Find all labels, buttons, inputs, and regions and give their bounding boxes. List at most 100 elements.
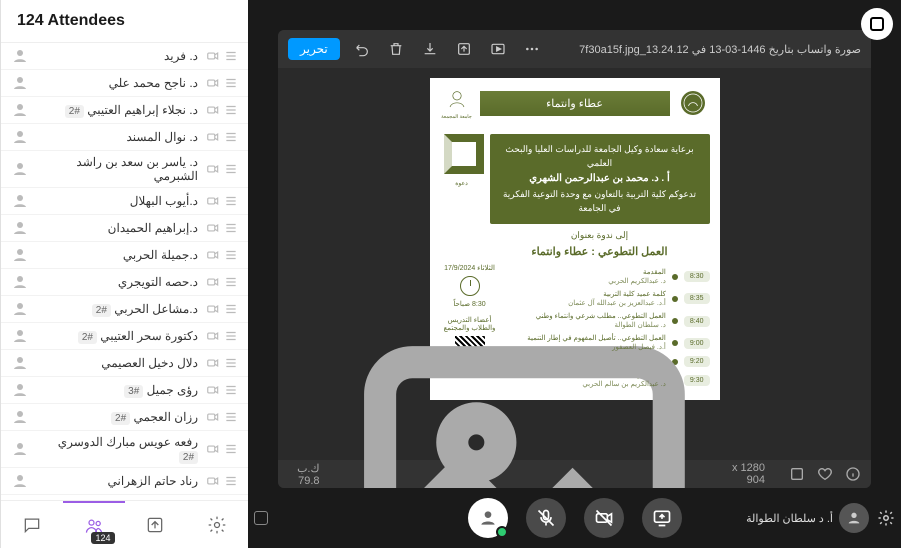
camera-off-icon	[206, 383, 220, 397]
attendee-name: د. ناجح محمد علي	[37, 76, 198, 90]
attendee-name: رزان العجمي #2	[37, 410, 198, 424]
attendee-row[interactable]: دكتورة سحر العتيبي #2	[1, 323, 248, 350]
attendee-count-badge: 124	[91, 532, 114, 544]
avatar-icon	[11, 440, 29, 458]
download-icon[interactable]	[418, 37, 442, 61]
attendee-row[interactable]: رناد حاتم الزهراني	[1, 468, 248, 495]
heart-icon[interactable]	[817, 466, 833, 482]
camera-off-icon	[206, 103, 220, 117]
meeting-controls: أ. د سلطان الطوالة	[248, 488, 901, 548]
camera-off-icon	[206, 162, 220, 176]
main-video-area: صورة واتساب بتاريخ 1446-03-13 في 13.24.1…	[248, 0, 901, 548]
avatar-icon	[11, 381, 29, 399]
attendee-name: رناد حاتم الزهراني	[37, 474, 198, 488]
mic-muted-button[interactable]	[526, 498, 566, 538]
attendee-name: د.جميلة الحربي	[37, 248, 198, 262]
attendees-list[interactable]: د. فريد د. ناجح محمد علي د. نجلاء إبراهيم …	[1, 43, 248, 500]
menu-icon[interactable]	[224, 162, 238, 176]
menu-icon[interactable]	[224, 410, 238, 424]
play-icon[interactable]	[486, 37, 510, 61]
menu-icon[interactable]	[224, 356, 238, 370]
attendee-row[interactable]: رزان العجمي #2	[1, 404, 248, 431]
menu-icon[interactable]	[224, 76, 238, 90]
tab-attendees[interactable]: 124	[63, 501, 125, 548]
info-icon[interactable]	[845, 466, 861, 482]
avatar-icon	[11, 219, 29, 237]
camera-off-icon	[206, 49, 220, 63]
attendee-name: دلال دخيل العصيمي	[37, 356, 198, 370]
camera-off-icon	[206, 410, 220, 424]
tab-settings[interactable]	[186, 501, 248, 548]
menu-icon[interactable]	[224, 275, 238, 289]
avatar-icon	[11, 408, 29, 426]
camera-off-icon	[206, 356, 220, 370]
tab-chat[interactable]	[1, 501, 63, 548]
tab-share[interactable]	[125, 501, 187, 548]
camera-off-icon	[206, 248, 220, 262]
menu-icon[interactable]	[224, 248, 238, 262]
attendee-name: د.إبراهيم الحميدان	[37, 221, 198, 235]
attendee-row[interactable]: د.حصه التويجري	[1, 269, 248, 296]
share-screen-button[interactable]	[642, 498, 682, 538]
camera-off-icon	[206, 130, 220, 144]
max-icon[interactable]	[789, 466, 805, 482]
stamp-text: دعوة	[440, 180, 484, 187]
attendee-row[interactable]: د. ياسر بن سعد بن راشد الشبرمي	[1, 151, 248, 188]
avatar-icon	[11, 273, 29, 291]
attendee-row[interactable]: رؤى جميل #3	[1, 377, 248, 404]
menu-icon[interactable]	[224, 103, 238, 117]
viewer-toolbar: صورة واتساب بتاريخ 1446-03-13 في 13.24.1…	[278, 30, 871, 68]
poster-band: عطاء وانتماء	[480, 91, 670, 116]
menu-icon[interactable]	[224, 329, 238, 343]
avatar-icon	[11, 128, 29, 146]
settings-small-icon[interactable]	[877, 509, 895, 527]
attendees-panel: 124 Attendees د. فريدد. ناجح محمد عليد. …	[0, 0, 248, 548]
menu-icon[interactable]	[224, 442, 238, 456]
menu-icon[interactable]	[224, 474, 238, 488]
camera-off-icon	[206, 442, 220, 456]
profile-button[interactable]	[468, 498, 508, 538]
attendee-name: رؤى جميل #3	[37, 383, 198, 397]
attendee-row[interactable]: د.مشاعل الحربي #2	[1, 296, 248, 323]
attendee-row[interactable]: د.جميلة الحربي	[1, 242, 248, 269]
attendee-row[interactable]: د. نجلاء إبراهيم العتيبي #2	[1, 97, 248, 124]
share-out-icon[interactable]	[452, 37, 476, 61]
avatar-icon	[11, 47, 29, 65]
edit-button[interactable]: تحرير	[288, 38, 340, 60]
avatar-icon	[11, 327, 29, 345]
avatar-icon	[11, 160, 29, 178]
menu-icon[interactable]	[224, 49, 238, 63]
stop-share-button[interactable]	[861, 8, 893, 40]
attendee-name: د. فريد	[37, 49, 198, 63]
avatar-icon	[11, 354, 29, 372]
attendee-name: د. ياسر بن سعد بن راشد الشبرمي	[37, 155, 198, 183]
menu-icon[interactable]	[224, 130, 238, 144]
active-speaker-name: أ. د سلطان الطوالة	[746, 512, 833, 525]
attendee-row[interactable]: د. فريد	[1, 43, 248, 70]
undo-icon[interactable]	[350, 37, 374, 61]
more-icon[interactable]	[520, 37, 544, 61]
panel-tabs: 124	[1, 500, 248, 548]
attendee-name: د. نوال المسند	[37, 130, 198, 144]
menu-icon[interactable]	[224, 383, 238, 397]
expand-corner-icon[interactable]	[254, 511, 268, 525]
camera-off-button[interactable]	[584, 498, 624, 538]
attendee-row[interactable]: د.أيوب البهلال	[1, 188, 248, 215]
attendee-name: دكتورة سحر العتيبي #2	[37, 329, 198, 343]
menu-icon[interactable]	[224, 194, 238, 208]
attendee-name: د.حصه التويجري	[37, 275, 198, 289]
active-speaker-tile[interactable]: أ. د سلطان الطوالة	[746, 503, 869, 533]
menu-icon[interactable]	[224, 221, 238, 235]
clock-icon	[460, 276, 480, 296]
attendee-row[interactable]: د. نوال المسند	[1, 124, 248, 151]
attendee-row[interactable]: دلال دخيل العصيمي	[1, 350, 248, 377]
trash-icon[interactable]	[384, 37, 408, 61]
avatar-icon	[11, 246, 29, 264]
attendee-row[interactable]: رفعه عويس مبارك الدوسري #2	[1, 431, 248, 468]
attendees-header: 124 Attendees	[1, 0, 248, 43]
camera-off-icon	[206, 194, 220, 208]
avatar-icon	[11, 192, 29, 210]
menu-icon[interactable]	[224, 302, 238, 316]
attendee-row[interactable]: د. ناجح محمد علي	[1, 70, 248, 97]
attendee-row[interactable]: د.إبراهيم الحميدان	[1, 215, 248, 242]
